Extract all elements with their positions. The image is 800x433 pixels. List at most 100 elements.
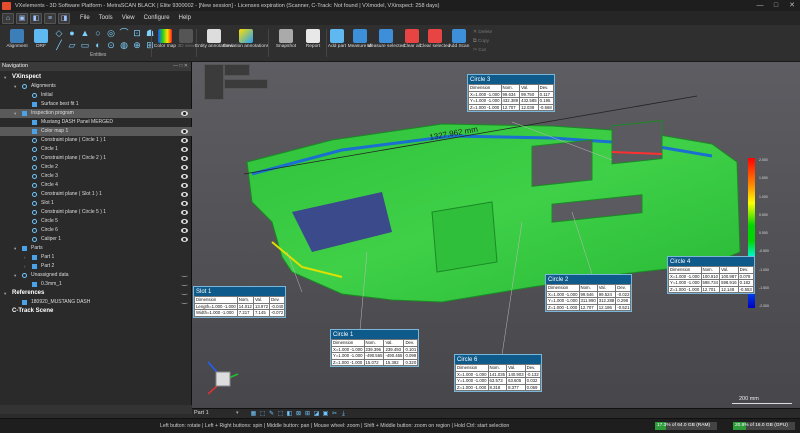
close-window-button[interactable]: ✕ (784, 0, 800, 11)
axis-gizmo[interactable] (207, 361, 239, 395)
viewport-tool-icon[interactable]: ✎ (268, 411, 275, 417)
tree-item[interactable]: Initial (0, 91, 192, 100)
viewport-tool-icon[interactable]: ⊞ (304, 411, 311, 417)
tree-item[interactable]: Constraint plane ( Circle 1 ) 1 (0, 136, 192, 145)
visibility-eye-icon[interactable] (181, 228, 188, 233)
entity-tool-icon[interactable]: ╱ (53, 40, 65, 51)
tree-item[interactable]: Caliper 1 (0, 235, 192, 244)
visibility-eye-icon[interactable] (181, 174, 188, 179)
tree-item[interactable]: Constraint plane ( Circle 2 ) 1 (0, 154, 192, 163)
visibility-eye-icon[interactable] (181, 147, 188, 152)
tree-item[interactable]: ▾ Parts (0, 244, 192, 253)
circle-6-box[interactable]: Circle 6 Dimension Nom. Val. Dev. X=1.000 -1.… (454, 354, 542, 392)
visibility-eye-icon[interactable] (181, 201, 188, 206)
menu-configure[interactable]: Configure (144, 15, 170, 21)
circle-1-box[interactable]: Circle 1 Dimension Nom. Val. Dev. X=1.000 -1.… (330, 329, 420, 367)
visibility-eye-icon[interactable] (181, 237, 188, 242)
tree-item[interactable]: ▾ VXinspect (0, 73, 192, 82)
cut-button[interactable]: ✂ Cut (473, 46, 492, 55)
snapshot-button[interactable]: Snapshot (273, 27, 299, 59)
copy-button[interactable]: ⧉ Copy (473, 37, 492, 46)
expand-arrow-icon[interactable]: › (24, 262, 26, 271)
viewport-tool-icon[interactable]: ⊠ (295, 411, 302, 417)
tree-item[interactable]: ▾ Inspection program (0, 109, 192, 118)
view-options-toolbar[interactable] (224, 79, 268, 89)
tree-item[interactable]: › Part 2 (0, 262, 192, 271)
chevron-down-icon[interactable]: ▾ (236, 410, 239, 416)
tree-item[interactable]: Constraint plane ( Slot 1 ) 1 (0, 190, 192, 199)
entity-tool-icon[interactable]: ◎ (105, 28, 117, 39)
tree-item[interactable]: Circle 3 (0, 172, 192, 181)
home-icon[interactable]: ⌂ (2, 12, 14, 24)
tree-item[interactable]: ▾ Unassigned data (0, 271, 192, 280)
tree-item[interactable]: 0.3mm_1 (0, 280, 192, 289)
entity-tool-icon[interactable]: ▭ (79, 40, 91, 51)
entity-tool-icon[interactable]: ○ (92, 28, 104, 39)
viewport-tool-icon[interactable]: ◪ (313, 411, 320, 417)
tree-item[interactable]: Mustang DASH Panel MERGED (0, 118, 192, 127)
expand-arrow-icon[interactable]: ▾ (4, 73, 6, 82)
entity-tool-icon[interactable]: ▲ (79, 28, 91, 39)
expand-arrow-icon[interactable]: ▾ (14, 271, 16, 280)
hidden-eye-icon[interactable] (181, 301, 188, 304)
minimize-button[interactable]: — (752, 0, 768, 11)
3d-viewport[interactable]: 1327.962 mm 2.000 1.500 1.000 0.500 0.000 -0.… (192, 62, 800, 408)
entity-annotations-button[interactable]: Entity annotations (195, 27, 233, 59)
menu-view[interactable]: View (122, 15, 135, 21)
entity-tool-icon[interactable]: ◇ (53, 28, 65, 39)
visibility-eye-icon[interactable] (181, 210, 188, 215)
drf-button[interactable]: DRF (30, 27, 52, 59)
tree-item[interactable]: ▾ Alignments (0, 82, 192, 91)
expand-arrow-icon[interactable]: › (24, 253, 26, 262)
entity-tool-icon[interactable]: ▱ (66, 40, 78, 51)
view-mode-toolbar[interactable] (224, 64, 250, 76)
list-icon[interactable]: ≡ (44, 12, 56, 24)
add-scan-button[interactable]: Add Scan (446, 27, 472, 59)
visibility-eye-icon[interactable] (181, 111, 188, 116)
visibility-eye-icon[interactable] (181, 156, 188, 161)
measure-selected-button[interactable]: Measure selected (367, 27, 405, 59)
entity-tool-icon[interactable]: ⊙ (105, 40, 117, 51)
panel-controls[interactable]: — □ ✕ (173, 62, 191, 71)
tree-item[interactable]: C-Track Scene (0, 307, 192, 316)
tree-item[interactable]: Color map 1 (0, 127, 192, 136)
tree-item[interactable]: Constraint plane ( Circle 5 ) 1 (0, 208, 192, 217)
maximize-button[interactable]: □ (768, 0, 784, 11)
entity-tool-icon[interactable]: ◐ (92, 40, 104, 51)
hidden-eye-icon[interactable] (181, 274, 188, 277)
circle-4-box[interactable]: Circle 4 Dimension Nom. Val. Dev. X=1.000 -1.… (667, 256, 755, 294)
view-toolbar[interactable] (204, 64, 224, 100)
alignment-button[interactable]: Alignment (2, 27, 32, 59)
tree-item[interactable]: › Part 1 (0, 253, 192, 262)
entity-tool-icon[interactable]: ⊡ (131, 28, 143, 39)
tree-item[interactable]: 180920_MUSTANG DASH (0, 298, 192, 307)
visibility-eye-icon[interactable] (181, 183, 188, 188)
tree-item[interactable]: Circle 2 (0, 163, 192, 172)
entity-tool-icon[interactable]: ⊕ (131, 40, 143, 51)
delete-button[interactable]: ✕ Delete (473, 28, 492, 37)
visibility-eye-icon[interactable] (181, 192, 188, 197)
circle-3-box[interactable]: Circle 3 Dimension Nom. Val. Dev. X=1.000 -1.… (467, 74, 555, 112)
tree-item[interactable]: Circle 1 (0, 145, 192, 154)
tree-item[interactable]: Circle 4 (0, 181, 192, 190)
menu-file[interactable]: File (80, 15, 90, 21)
circle-2-box[interactable]: Circle 2 Dimension Nom. Val. Dev. X=1.000 -1.… (545, 274, 633, 312)
expand-arrow-icon[interactable]: ▾ (14, 109, 16, 118)
visibility-eye-icon[interactable] (181, 138, 188, 143)
tree-item[interactable]: Circle 5 (0, 217, 192, 226)
expand-arrow-icon[interactable]: ▾ (4, 289, 6, 298)
viewport-tool-icon[interactable]: ⬚ (259, 411, 266, 417)
session-icon[interactable]: ▣ (16, 12, 28, 24)
entity-tool-icon[interactable]: ⌒ (118, 28, 130, 39)
viewport-tool-icon[interactable]: ▦ (250, 411, 257, 417)
viewport-tool-icon[interactable]: ⬚ (277, 411, 284, 417)
hidden-eye-icon[interactable] (181, 292, 188, 295)
tree-item[interactable]: Surface best fit 1 (0, 100, 192, 109)
hidden-eye-icon[interactable] (181, 283, 188, 286)
tree-item[interactable]: Circle 6 (0, 226, 192, 235)
viewport-tool-icon[interactable]: ✂ (331, 411, 338, 417)
measure-all-button[interactable]: Measure all (347, 27, 373, 59)
entity-tool-icon[interactable]: ● (66, 28, 78, 39)
visibility-eye-icon[interactable] (181, 129, 188, 134)
viewport-tool-icon[interactable]: ⤓ (340, 411, 347, 417)
